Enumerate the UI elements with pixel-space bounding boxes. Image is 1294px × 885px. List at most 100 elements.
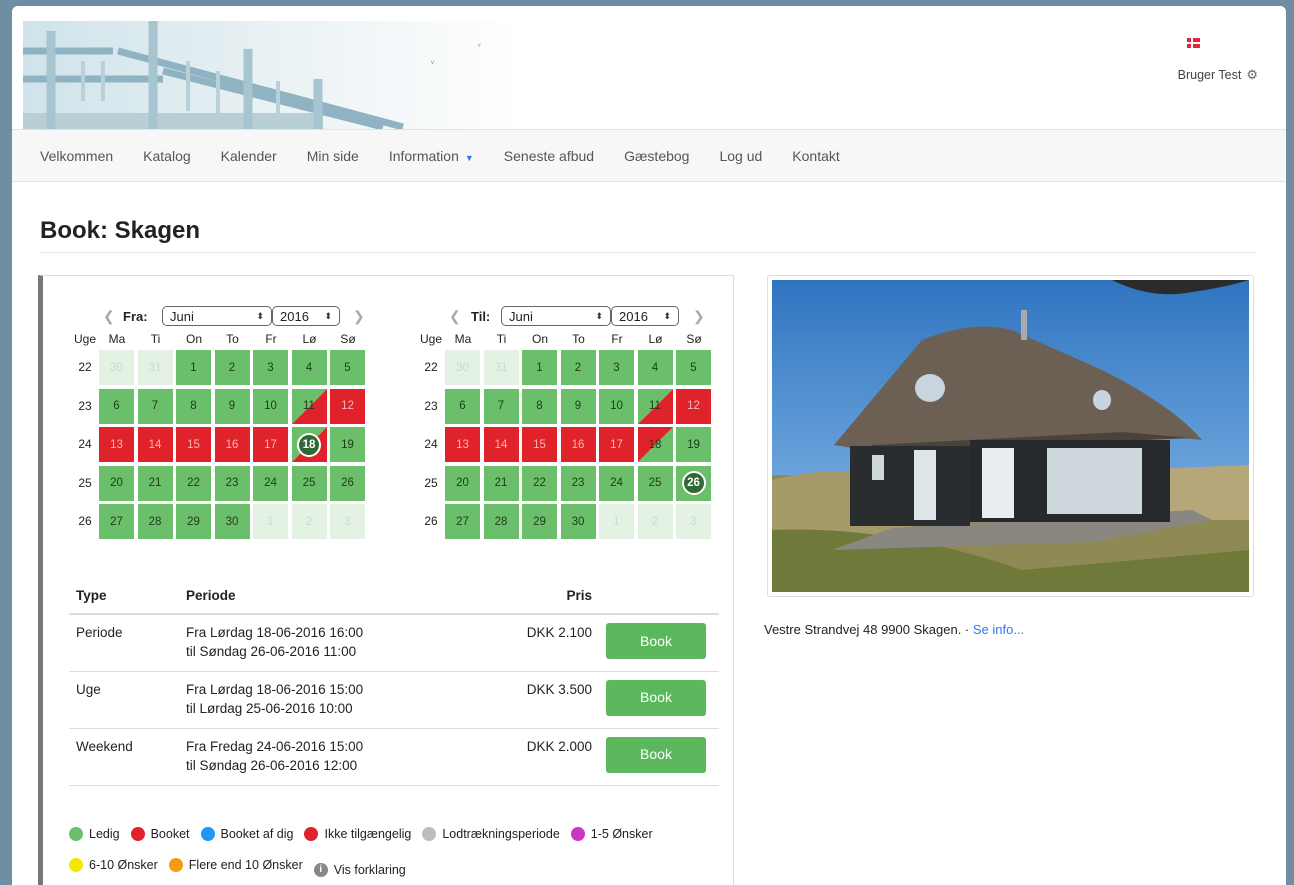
to-day-cell[interactable]: 24 xyxy=(599,465,634,501)
nav-item-log-ud[interactable]: Log ud xyxy=(704,148,777,164)
from-weekday-to: To xyxy=(226,332,239,346)
to-day-cell[interactable]: 26 xyxy=(676,465,711,501)
next-month-icon[interactable]: ❯ xyxy=(693,308,705,325)
month-select-from[interactable]: Juni ⬍ xyxy=(162,306,272,326)
book-button[interactable]: Book xyxy=(606,736,706,773)
to-weekday-on: On xyxy=(531,332,548,346)
to-day-cell[interactable]: 30 xyxy=(560,504,596,539)
from-day-cell[interactable]: 9 xyxy=(214,388,250,424)
to-day-cell[interactable]: 23 xyxy=(560,465,596,501)
row-type: Periode xyxy=(69,614,179,672)
to-day-cell[interactable]: 1 xyxy=(522,350,557,385)
from-day-cell[interactable]: 24 xyxy=(253,465,288,501)
from-day-cell[interactable]: 19 xyxy=(330,427,365,462)
from-day-cell[interactable]: 25 xyxy=(291,465,327,501)
from-day-cell[interactable]: 27 xyxy=(99,504,134,539)
from-day-cell[interactable]: 14 xyxy=(137,427,173,462)
from-day-cell[interactable]: 8 xyxy=(176,388,211,424)
from-day-cell[interactable]: 23 xyxy=(214,465,250,501)
from-day-cell: 3 xyxy=(330,504,365,539)
to-day-cell: 3 xyxy=(676,504,711,539)
to-day-cell[interactable]: 2 xyxy=(560,350,596,385)
table-row: Weekend Fra Fredag 24-06-2016 15:00 til Sø… xyxy=(69,728,719,786)
row-action: Book xyxy=(599,614,719,672)
to-day-cell[interactable]: 13 xyxy=(445,427,480,462)
to-day-cell[interactable]: 8 xyxy=(522,388,557,424)
to-day-cell[interactable]: 4 xyxy=(637,350,673,385)
user-menu[interactable]: Bruger Test ⚙ xyxy=(1178,67,1258,83)
from-day-cell[interactable]: 12 xyxy=(330,388,365,424)
to-day-cell[interactable]: 17 xyxy=(599,427,634,462)
from-day-cell[interactable]: 26 xyxy=(330,465,365,501)
from-day-cell[interactable]: 6 xyxy=(99,388,134,424)
prev-month-icon[interactable]: ❮ xyxy=(103,308,115,325)
legend-dot-icon xyxy=(304,827,319,841)
to-day-cell[interactable]: 29 xyxy=(522,504,557,539)
year-select-to[interactable]: 2016 ⬍ xyxy=(611,306,679,326)
nav-item-gaestebog[interactable]: Gæstebog xyxy=(609,148,704,164)
to-day-cell[interactable]: 15 xyxy=(522,427,557,462)
danish-flag-icon[interactable] xyxy=(1187,38,1200,48)
to-day-cell[interactable]: 9 xyxy=(560,388,596,424)
to-day-cell[interactable]: 14 xyxy=(483,427,519,462)
nav-item-information[interactable]: Information ▼ xyxy=(374,148,489,164)
nav-item-katalog[interactable]: Katalog xyxy=(128,148,205,164)
nav-item-seneste-afbud[interactable]: Seneste afbud xyxy=(489,148,609,164)
from-day-cell[interactable]: 2 xyxy=(214,350,250,385)
to-day-cell[interactable]: 28 xyxy=(483,504,519,539)
next-month-icon[interactable]: ❯ xyxy=(353,308,365,325)
from-day-cell[interactable]: 22 xyxy=(176,465,211,501)
to-day-cell[interactable]: 21 xyxy=(483,465,519,501)
to-day-cell[interactable]: 11 xyxy=(637,388,673,424)
month-select-to[interactable]: Juni ⬍ xyxy=(501,306,611,326)
nav-item-kalender[interactable]: Kalender xyxy=(206,148,292,164)
from-day-cell[interactable]: 29 xyxy=(176,504,211,539)
book-button[interactable]: Book xyxy=(606,679,706,716)
legend-item: Booket af dig xyxy=(200,820,293,848)
from-day-cell[interactable]: 30 xyxy=(214,504,250,539)
to-day-cell[interactable]: 27 xyxy=(445,504,480,539)
from-day-cell[interactable]: 3 xyxy=(253,350,288,385)
to-day-cell[interactable]: 18 xyxy=(637,427,673,462)
to-day-cell[interactable]: 3 xyxy=(599,350,634,385)
from-day-cell[interactable]: 13 xyxy=(99,427,134,462)
year-select-from[interactable]: 2016 ⬍ xyxy=(272,306,340,326)
to-day-cell[interactable]: 22 xyxy=(522,465,557,501)
from-day-cell[interactable]: 21 xyxy=(137,465,173,501)
from-day-cell[interactable]: 16 xyxy=(214,427,250,462)
gear-icon[interactable]: ⚙ xyxy=(1246,67,1258,83)
nav-item-velkommen[interactable]: Velkommen xyxy=(28,148,128,164)
to-day-cell[interactable]: 10 xyxy=(599,388,634,424)
from-day-cell[interactable]: 17 xyxy=(253,427,288,462)
nav-item-min-side[interactable]: Min side xyxy=(292,148,374,164)
from-day-cell[interactable]: 28 xyxy=(137,504,173,539)
legend-item[interactable]: i Vis forklaring xyxy=(313,856,406,884)
to-day-cell[interactable]: 5 xyxy=(676,350,711,385)
to-day-number: 8 xyxy=(536,400,543,412)
to-day-cell[interactable]: 7 xyxy=(483,388,519,424)
from-day-cell[interactable]: 20 xyxy=(99,465,134,501)
from-day-cell[interactable]: 4 xyxy=(291,350,327,385)
from-day-cell[interactable]: 18 xyxy=(291,427,327,462)
period-from: Fra Fredag 24-06-2016 15:00 xyxy=(186,738,364,754)
to-day-cell[interactable]: 12 xyxy=(676,388,711,424)
from-day-cell[interactable]: 15 xyxy=(176,427,211,462)
prev-month-icon[interactable]: ❮ xyxy=(449,308,461,325)
book-button[interactable]: Book xyxy=(606,623,706,659)
to-day-number: 11 xyxy=(649,400,661,412)
from-day-cell[interactable]: 7 xyxy=(137,388,173,424)
from-day-cell[interactable]: 1 xyxy=(176,350,211,385)
from-day-cell[interactable]: 11 xyxy=(291,388,327,424)
to-day-cell[interactable]: 25 xyxy=(637,465,673,501)
nav-item-kontakt[interactable]: Kontakt xyxy=(777,148,854,164)
from-day-cell[interactable]: 5 xyxy=(330,350,365,385)
see-info-link[interactable]: Se info... xyxy=(973,622,1024,637)
to-day-cell[interactable]: 20 xyxy=(445,465,480,501)
user-name[interactable]: Bruger Test xyxy=(1178,68,1242,82)
to-day-number: 3 xyxy=(613,361,620,374)
from-day-cell[interactable]: 10 xyxy=(253,388,288,424)
to-day-cell[interactable]: 19 xyxy=(676,427,711,462)
to-day-cell[interactable]: 6 xyxy=(445,388,480,424)
col-type: Type xyxy=(69,578,179,615)
to-day-cell[interactable]: 16 xyxy=(560,427,596,462)
